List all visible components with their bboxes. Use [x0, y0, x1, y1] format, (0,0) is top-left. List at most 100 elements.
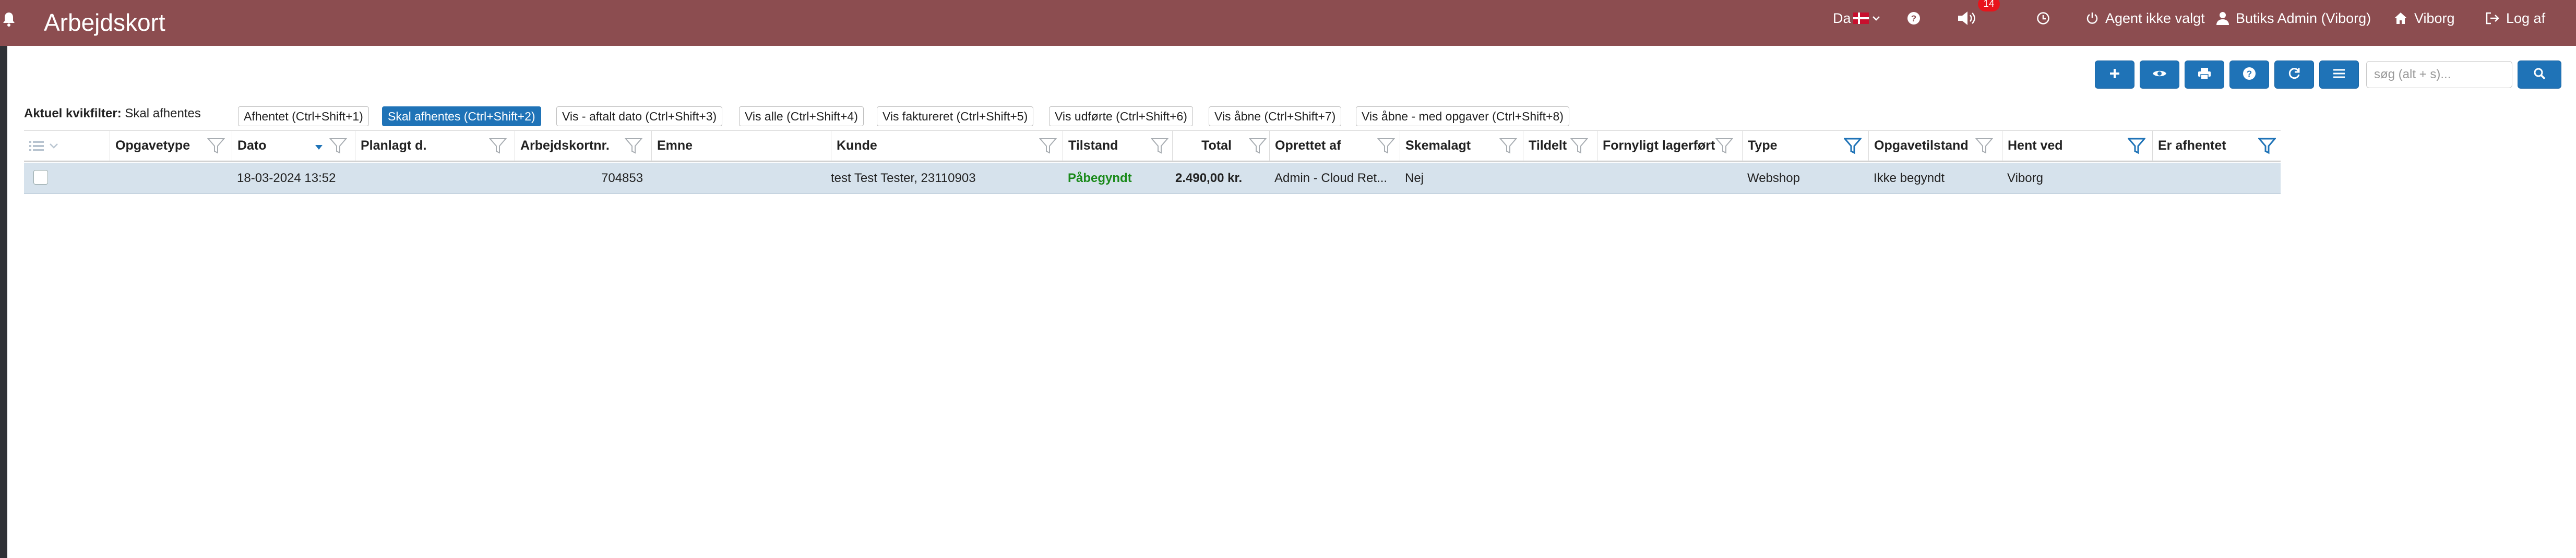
quick-filter-value: Skal afhentes — [125, 106, 201, 120]
agent-status-label: Agent ikke valgt — [2105, 10, 2205, 26]
chevron-down-icon — [49, 142, 58, 152]
quickfilter-udfoerte-button[interactable]: Vis udførte (Ctrl+Shift+6) — [1049, 106, 1193, 126]
filter-icon[interactable] — [624, 137, 643, 157]
search-icon — [2533, 67, 2546, 82]
top-bar: Arbejdskort Da ? 14 Agent ikke valgt But… — [0, 0, 2576, 46]
cell-hent-ved: Viborg — [2007, 171, 2043, 185]
print-button[interactable] — [2185, 60, 2224, 89]
cell-total: 2.490,00 kr. — [1175, 171, 1243, 185]
column-oprettet-af[interactable]: Oprettet af — [1269, 131, 1400, 161]
filter-icon[interactable] — [1843, 137, 1863, 157]
view-button[interactable] — [2140, 60, 2179, 89]
menu-button[interactable] — [2319, 60, 2359, 89]
column-hent-ved[interactable]: Hent ved — [2002, 131, 2152, 161]
quickfilter-vis-alle-button[interactable]: Vis alle (Ctrl+Shift+4) — [739, 106, 864, 126]
column-type[interactable]: Type — [1742, 131, 1868, 161]
notification-badge: 14 — [1978, 0, 2000, 11]
column-label: Planlagt d. — [361, 138, 427, 153]
home-icon — [2393, 11, 2408, 25]
filter-icon[interactable] — [1377, 137, 1396, 157]
filter-icon[interactable] — [207, 137, 225, 157]
quickfilter-skal-afhentes-button[interactable]: Skal afhentes (Ctrl+Shift+2) — [382, 106, 541, 126]
chevron-down-icon — [1872, 16, 1880, 21]
column-label: Fornyligt lagerført — [1603, 138, 1715, 153]
column-label: Skemalagt — [1405, 138, 1471, 153]
row-checkbox[interactable] — [33, 170, 48, 185]
column-opgavetilstand[interactable]: Opgavetilstand — [1868, 131, 2002, 161]
column-dato[interactable]: Dato — [232, 131, 355, 161]
cell-arbejdskortnr: 704853 — [601, 171, 643, 185]
column-label: Emne — [657, 138, 693, 153]
cell-opgavetilstand: Ikke begyndt — [1874, 171, 1945, 185]
column-tildelt[interactable]: Tildelt — [1523, 131, 1597, 161]
clock-icon[interactable] — [2036, 0, 2050, 37]
add-button[interactable] — [2095, 60, 2134, 89]
speaker-icon[interactable] — [1957, 0, 1978, 37]
column-skemalagt[interactable]: Skemalagt — [1400, 131, 1523, 161]
power-icon — [2085, 11, 2099, 25]
column-emne[interactable]: Emne — [651, 131, 831, 161]
table-row[interactable]: 18-03-2024 13:52 704853 test Test Tester… — [24, 163, 2281, 194]
refresh-icon — [2287, 67, 2301, 83]
language-label: Da — [1833, 10, 1851, 26]
refresh-button[interactable] — [2274, 60, 2314, 89]
column-total[interactable]: Total — [1172, 131, 1269, 161]
filter-icon[interactable] — [1570, 137, 1589, 157]
search-button[interactable] — [2518, 60, 2561, 89]
column-label: Type — [1748, 138, 1778, 153]
sort-descending-icon — [315, 143, 323, 153]
store-label: Viborg — [2414, 10, 2455, 26]
user-menu[interactable]: Butiks Admin (Viborg) — [2216, 0, 2371, 37]
filter-icon[interactable] — [1248, 137, 1267, 157]
filter-icon[interactable] — [1715, 137, 1734, 157]
quickfilter-aabne-opgaver-button[interactable]: Vis åbne - med opgaver (Ctrl+Shift+8) — [1356, 106, 1569, 126]
column-label: Oprettet af — [1275, 138, 1341, 153]
filter-icon[interactable] — [1150, 137, 1169, 157]
column-er-afhentet[interactable]: Er afhentet — [2152, 131, 2281, 161]
user-icon — [2216, 11, 2229, 26]
search-input[interactable] — [2366, 61, 2512, 88]
quickfilter-aabne-button[interactable]: Vis åbne (Ctrl+Shift+7) — [1209, 106, 1342, 126]
store-link[interactable]: Viborg — [2393, 0, 2455, 37]
logout-icon — [2485, 11, 2500, 25]
cell-oprettet-af: Admin - Cloud Ret... — [1274, 171, 1388, 185]
bell-icon[interactable] — [2, 11, 16, 30]
filter-icon[interactable] — [1499, 137, 1518, 157]
logout-link[interactable]: Log af — [2485, 0, 2545, 37]
quick-filter-label: Aktuel kvikfilter: — [24, 106, 122, 120]
filter-icon[interactable] — [2257, 137, 2277, 157]
help-icon[interactable]: ? — [1907, 0, 1921, 37]
filter-icon[interactable] — [488, 137, 507, 157]
svg-text:?: ? — [2247, 69, 2252, 79]
help-button[interactable]: ? — [2229, 60, 2269, 89]
plus-icon — [2109, 68, 2120, 82]
column-opgavetype[interactable]: Opgavetype — [110, 131, 232, 161]
filter-icon[interactable] — [1039, 137, 1057, 157]
column-tilstand[interactable]: Tilstand — [1063, 131, 1172, 161]
language-selector[interactable]: Da — [1833, 0, 1880, 37]
column-kunde[interactable]: Kunde — [831, 131, 1063, 161]
column-fornyligt-lagerfoert[interactable]: Fornyligt lagerført — [1597, 131, 1742, 161]
filter-icon[interactable] — [1975, 137, 1994, 157]
column-label: Tildelt — [1529, 138, 1567, 153]
agent-status-link[interactable]: Agent ikke valgt — [2085, 0, 2205, 37]
column-label: Opgavetype — [115, 138, 190, 153]
printer-icon — [2198, 67, 2211, 82]
column-arbejdskortnr[interactable]: Arbejdskortnr. — [515, 131, 651, 161]
cell-tilstand: Påbegyndt — [1068, 171, 1132, 185]
menu-icon — [2333, 68, 2345, 81]
column-selector[interactable] — [24, 131, 110, 161]
filter-icon[interactable] — [329, 137, 348, 157]
page-title: Arbejdskort — [44, 9, 165, 36]
column-label: Er afhentet — [2158, 138, 2226, 153]
eye-icon — [2152, 68, 2167, 81]
column-label: Total — [1201, 138, 1232, 153]
quickfilter-aftalt-dato-button[interactable]: Vis - aftalt dato (Ctrl+Shift+3) — [556, 106, 723, 126]
filter-icon[interactable] — [2127, 137, 2146, 157]
user-label: Butiks Admin (Viborg) — [2236, 10, 2371, 26]
svg-text:?: ? — [1911, 14, 1916, 23]
quick-filter-indicator: Aktuel kvikfilter: Skal afhentes — [24, 106, 201, 121]
quickfilter-faktureret-button[interactable]: Vis faktureret (Ctrl+Shift+5) — [877, 106, 1034, 126]
column-planlagt[interactable]: Planlagt d. — [355, 131, 515, 161]
quickfilter-afhentet-button[interactable]: Afhentet (Ctrl+Shift+1) — [238, 106, 369, 126]
